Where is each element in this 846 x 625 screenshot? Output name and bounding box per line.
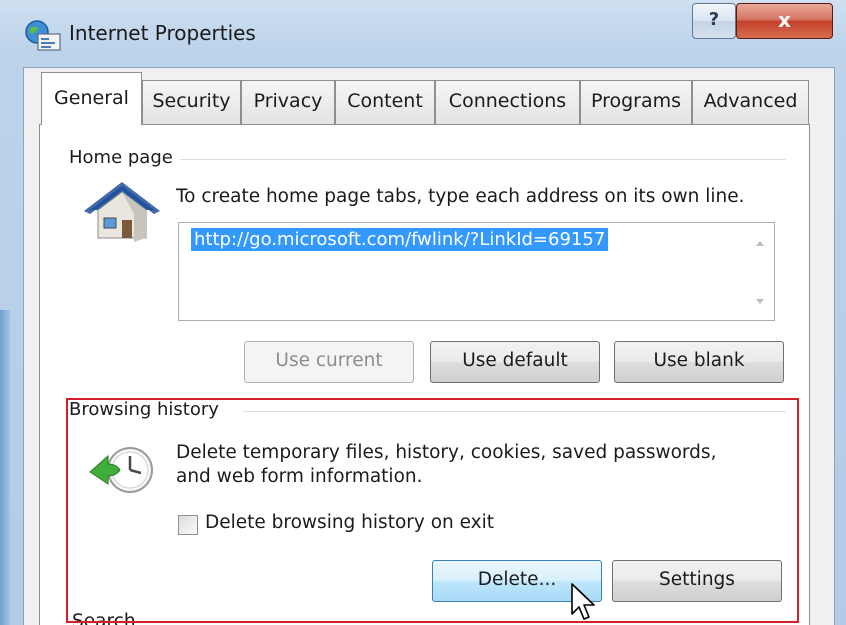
browsing-history-group-label: Browsing history — [66, 399, 222, 420]
home-page-group-label: Home page — [66, 147, 176, 168]
home-page-url-selected-text: http://go.microsoft.com/fwlink/?LinkId=6… — [191, 228, 609, 251]
home-page-description: To create home page tabs, type each addr… — [176, 186, 745, 207]
delete-history-on-exit-checkbox[interactable] — [178, 515, 198, 535]
scroll-up-arrow-icon[interactable] — [756, 241, 764, 246]
browsing-history-description: Delete temporary files, history, cookies… — [176, 441, 716, 489]
home-page-group-line — [180, 159, 786, 160]
search-group-label: Search — [72, 611, 136, 625]
delete-history-on-exit-label[interactable]: Delete browsing history on exit — [205, 512, 494, 533]
mouse-pointer-icon — [571, 583, 595, 620]
house-icon — [84, 182, 160, 242]
browsing-history-description-line1: Delete temporary files, history, cookies… — [176, 442, 717, 463]
settings-button[interactable]: Settings — [612, 560, 782, 602]
use-current-button[interactable]: Use current — [244, 341, 414, 383]
use-blank-button[interactable]: Use blank — [614, 341, 784, 383]
general-tab-content: Home page To create home page tabs, type… — [0, 0, 846, 625]
browsing-history-description-line2: and web form information. — [176, 466, 423, 487]
scroll-down-arrow-icon[interactable] — [756, 299, 764, 304]
use-default-button[interactable]: Use default — [430, 341, 600, 383]
home-page-url-textarea[interactable]: http://go.microsoft.com/fwlink/?LinkId=6… — [178, 222, 775, 321]
browsing-history-group-line — [243, 411, 786, 412]
history-clock-icon — [89, 447, 153, 493]
